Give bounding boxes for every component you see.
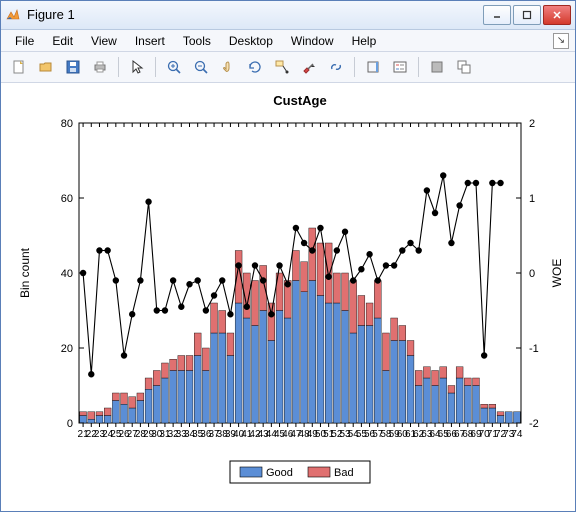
svg-text:0: 0 [67,418,73,430]
maximize-button[interactable] [513,5,541,25]
toolbar-separator [354,57,355,77]
toolbar-separator [418,57,419,77]
svg-text:0: 0 [529,268,535,280]
svg-text:-1: -1 [529,343,539,355]
svg-text:1: 1 [529,193,535,205]
svg-text:-2: -2 [529,418,539,430]
toolbar-separator [155,57,156,77]
window-title: Figure 1 [27,7,477,22]
figure-window: Figure 1 File Edit View Insert Tools Des… [0,0,576,512]
svg-text:60: 60 [61,193,73,205]
menu-edit[interactable]: Edit [44,32,81,50]
svg-text:WOE: WOE [550,259,564,288]
show-tools-icon[interactable] [452,55,476,79]
toolbar [1,52,575,83]
svg-text:Good: Good [266,467,293,479]
save-icon[interactable] [61,55,85,79]
new-figure-icon[interactable] [7,55,31,79]
pan-icon[interactable] [216,55,240,79]
menu-view[interactable]: View [83,32,125,50]
data-cursor-icon[interactable] [270,55,294,79]
menu-insert[interactable]: Insert [127,32,173,50]
menu-window[interactable]: Window [283,32,342,50]
svg-text:Bad: Bad [334,467,354,479]
rotate-icon[interactable] [243,55,267,79]
print-icon[interactable] [88,55,112,79]
svg-text:CustAge: CustAge [273,93,326,108]
titlebar[interactable]: Figure 1 [1,1,575,30]
toolbar-separator [118,57,119,77]
window-controls [483,5,571,25]
open-icon[interactable] [34,55,58,79]
menu-desktop[interactable]: Desktop [221,32,281,50]
menubar: File Edit View Insert Tools Desktop Wind… [1,30,575,53]
svg-text:40: 40 [61,268,73,280]
svg-text:Bin count: Bin count [18,247,32,298]
zoom-in-icon[interactable] [162,55,186,79]
link-data-icon[interactable] [324,55,348,79]
svg-text:2: 2 [529,118,535,130]
svg-text:80: 80 [61,118,73,130]
zoom-out-icon[interactable] [189,55,213,79]
svg-text:74: 74 [511,429,523,440]
legend-icon[interactable] [388,55,412,79]
menu-file[interactable]: File [7,32,42,50]
menu-tools[interactable]: Tools [175,32,219,50]
axes[interactable]: CustAge020406080-2-101221222324252627282… [1,83,575,511]
close-button[interactable] [543,5,571,25]
menu-help[interactable]: Help [344,32,385,50]
dock-toggle-icon[interactable]: ↘ [553,33,569,49]
svg-text:20: 20 [61,343,73,355]
hide-tools-icon[interactable] [425,55,449,79]
minimize-button[interactable] [483,5,511,25]
pointer-icon[interactable] [125,55,149,79]
brush-icon[interactable] [297,55,321,79]
colorbar-icon[interactable] [361,55,385,79]
matlab-icon [5,7,21,23]
